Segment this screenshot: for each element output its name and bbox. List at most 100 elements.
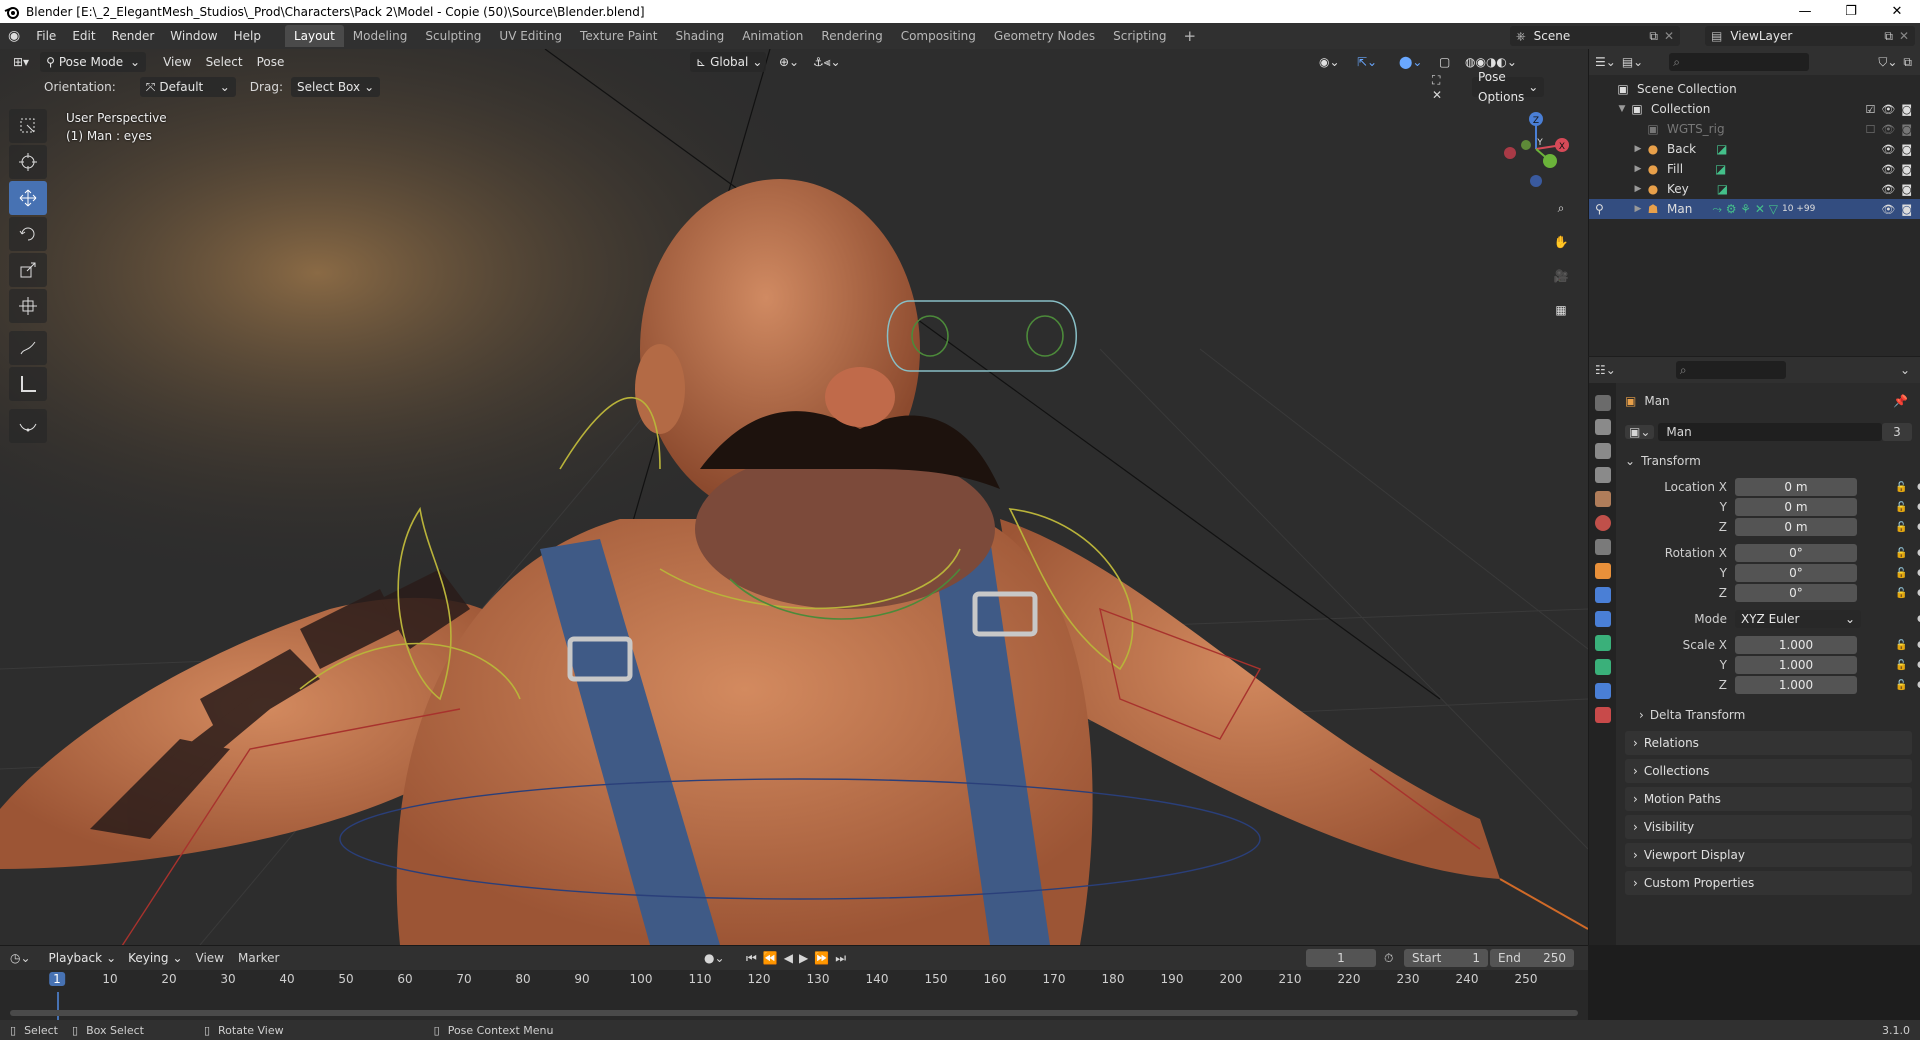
camera-icon[interactable]: ◙ bbox=[1901, 103, 1912, 116]
prev-keyframe-icon[interactable]: ⏪ bbox=[763, 951, 784, 965]
add-workspace-icon[interactable]: + bbox=[1176, 27, 1205, 45]
datablock-type-dropdown[interactable]: ▣⌄ bbox=[1625, 425, 1655, 439]
scale-z-field[interactable]: 1.000 bbox=[1735, 676, 1857, 694]
tab-rendering[interactable]: Rendering bbox=[812, 25, 891, 47]
datablock-name-field[interactable]: Man bbox=[1658, 423, 1882, 441]
timeline-editor-icon[interactable]: ◷⌄ bbox=[10, 951, 31, 965]
lock-icon[interactable]: 🔓 bbox=[1895, 588, 1907, 599]
properties-editor-icon[interactable]: ☷⌄ bbox=[1595, 363, 1616, 377]
lock-icon[interactable]: 🔓 bbox=[1895, 568, 1907, 579]
outliner-row-wgts-rig[interactable]: ▣ WGTS_rig ☐ 👁 ◙ bbox=[1589, 119, 1920, 139]
rotation-y-field[interactable]: 0° bbox=[1735, 564, 1857, 582]
zoom-icon[interactable]: ⌕ bbox=[1548, 195, 1574, 221]
armature-data-tab-icon[interactable] bbox=[1594, 635, 1611, 651]
eye-icon[interactable]: 👁 bbox=[1881, 143, 1895, 156]
expand-arrow-icon[interactable]: ▶ bbox=[1631, 204, 1645, 214]
new-scene-icon[interactable]: ⧉ bbox=[1649, 29, 1658, 44]
menu-render[interactable]: Render bbox=[104, 23, 163, 49]
menu-file[interactable]: File bbox=[28, 23, 64, 49]
lock-icon[interactable]: 🔓 bbox=[1895, 522, 1907, 533]
tab-animation[interactable]: Animation bbox=[733, 25, 812, 47]
location-y-field[interactable]: 0 m bbox=[1735, 498, 1857, 516]
tab-sculpting[interactable]: Sculpting bbox=[416, 25, 490, 47]
tab-uv-editing[interactable]: UV Editing bbox=[490, 25, 571, 47]
eye-icon[interactable]: 👁 bbox=[1881, 103, 1895, 116]
camera-icon[interactable]: ◙ bbox=[1901, 183, 1912, 196]
expand-arrow-icon[interactable]: ▶ bbox=[1631, 184, 1645, 194]
scale-tool[interactable] bbox=[9, 253, 47, 287]
tab-modeling[interactable]: Modeling bbox=[344, 25, 417, 47]
expand-arrow-icon[interactable]: ▶ bbox=[1631, 164, 1645, 174]
rotate-tool[interactable] bbox=[9, 217, 47, 251]
visibility-icon[interactable]: ◉⌄ bbox=[1312, 52, 1347, 72]
rotation-z-field[interactable]: 0° bbox=[1735, 584, 1857, 602]
move-tool[interactable] bbox=[9, 181, 47, 215]
outliner-editor-icon[interactable]: ☰⌄ bbox=[1595, 55, 1616, 69]
view-layer-tab-icon[interactable] bbox=[1594, 467, 1611, 483]
delete-scene-icon[interactable]: ✕ bbox=[1664, 29, 1674, 43]
start-frame-field[interactable]: Start 1 bbox=[1404, 949, 1488, 967]
editor-type-icon[interactable]: ⊞▾ bbox=[6, 52, 36, 72]
menu-help[interactable]: Help bbox=[226, 23, 269, 49]
outliner-row-man[interactable]: ⚲ ▶ ☗ Man ⤳ ⚙ ⚘ ✕ ▽ 10 +99 👁 ◙ bbox=[1589, 199, 1920, 219]
bone-curve-tool[interactable] bbox=[9, 409, 47, 443]
viewlayer-selector[interactable]: ▤ ViewLayer ⧉ ✕ bbox=[1705, 26, 1915, 46]
play-reverse-icon[interactable]: ◀ bbox=[784, 951, 799, 965]
scale-y-field[interactable]: 1.000 bbox=[1735, 656, 1857, 674]
navigation-gizmo[interactable]: Z X Y bbox=[1496, 109, 1576, 189]
render-tab-icon[interactable] bbox=[1594, 419, 1611, 435]
scale-x-field[interactable]: 1.000 bbox=[1735, 636, 1857, 654]
scene-selector[interactable]: ⎈ Scene ⧉ ✕ bbox=[1510, 26, 1680, 46]
viewport-menu-view[interactable]: View bbox=[156, 52, 198, 72]
chevron-down-icon[interactable]: ⌄ bbox=[1900, 363, 1910, 377]
output-tab-icon[interactable] bbox=[1594, 443, 1611, 459]
rotation-mode-dropdown[interactable]: XYZ Euler ⌄ bbox=[1735, 610, 1861, 628]
snap-icon[interactable]: ⚓⫷⌄ bbox=[806, 52, 848, 72]
next-keyframe-icon[interactable]: ⏩ bbox=[814, 951, 835, 965]
scene-tab-icon[interactable] bbox=[1594, 491, 1611, 507]
orientation-dropdown[interactable]: ⊾ Global ⌄ bbox=[690, 52, 766, 72]
tab-scripting[interactable]: Scripting bbox=[1104, 25, 1175, 47]
motion-paths-panel-header[interactable]: › Motion Paths bbox=[1625, 787, 1912, 811]
minimize-button[interactable]: — bbox=[1782, 0, 1828, 23]
pose-options-dropdown[interactable]: Pose Options ⌄ bbox=[1472, 70, 1545, 104]
eye-icon[interactable]: 👁 bbox=[1881, 163, 1895, 176]
camera-icon[interactable]: ◙ bbox=[1901, 143, 1912, 156]
camera-icon[interactable]: ◙ bbox=[1901, 163, 1912, 176]
constraint-tab-icon[interactable] bbox=[1594, 611, 1611, 627]
mode-dropdown[interactable]: ⚲ Pose Mode ⌄ bbox=[40, 52, 147, 72]
lock-icon[interactable]: 🔓 bbox=[1895, 548, 1907, 559]
new-viewlayer-icon[interactable]: ⧉ bbox=[1884, 29, 1893, 44]
collection-tab-icon[interactable] bbox=[1594, 539, 1611, 555]
checkbox-icon[interactable]: ☑ bbox=[1865, 103, 1875, 116]
viewport-menu-select[interactable]: Select bbox=[199, 52, 250, 72]
timeline-view-menu[interactable]: View bbox=[189, 948, 231, 968]
outliner-row-fill[interactable]: ▶ ● Fill ◪ 👁 ◙ bbox=[1589, 159, 1920, 179]
select-box-tool[interactable] bbox=[9, 109, 47, 143]
display-mode-icon[interactable]: ▤⌄ bbox=[1622, 55, 1643, 69]
location-z-field[interactable]: 0 m bbox=[1735, 518, 1857, 536]
texture-tab-icon[interactable] bbox=[1594, 707, 1611, 723]
expand-arrow-icon[interactable]: ▶ bbox=[1631, 144, 1645, 154]
world-tab-icon[interactable] bbox=[1594, 515, 1611, 531]
eye-icon[interactable]: 👁 bbox=[1881, 183, 1895, 196]
tab-shading[interactable]: Shading bbox=[666, 25, 733, 47]
checkbox-icon[interactable]: ☐ bbox=[1865, 123, 1875, 136]
new-collection-icon[interactable]: ⧉ bbox=[1903, 55, 1912, 70]
xray-icon[interactable]: ▢ bbox=[1432, 52, 1457, 72]
menu-edit[interactable]: Edit bbox=[64, 23, 103, 49]
bone-constraint-tab-icon[interactable] bbox=[1594, 683, 1611, 699]
tab-layout[interactable]: Layout bbox=[284, 25, 344, 47]
jump-end-icon[interactable]: ⏭ bbox=[835, 951, 852, 965]
collections-panel-header[interactable]: › Collections bbox=[1625, 759, 1912, 783]
maximize-button[interactable]: ❐ bbox=[1828, 0, 1874, 23]
tab-compositing[interactable]: Compositing bbox=[892, 25, 985, 47]
menu-window[interactable]: Window bbox=[162, 23, 225, 49]
orientation-option-dropdown[interactable]: ⤧ Default ⌄ bbox=[139, 77, 236, 97]
object-tab-icon[interactable] bbox=[1594, 563, 1611, 579]
lock-icon[interactable]: 🔓 bbox=[1895, 482, 1907, 493]
playback-menu[interactable]: Playback ⌄ bbox=[43, 948, 123, 968]
end-frame-field[interactable]: End 250 bbox=[1490, 949, 1574, 967]
gizmo-toggle-icon[interactable]: ⇱⌄ bbox=[1350, 52, 1384, 72]
outliner-row-key[interactable]: ▶ ● Key ◪ 👁 ◙ bbox=[1589, 179, 1920, 199]
